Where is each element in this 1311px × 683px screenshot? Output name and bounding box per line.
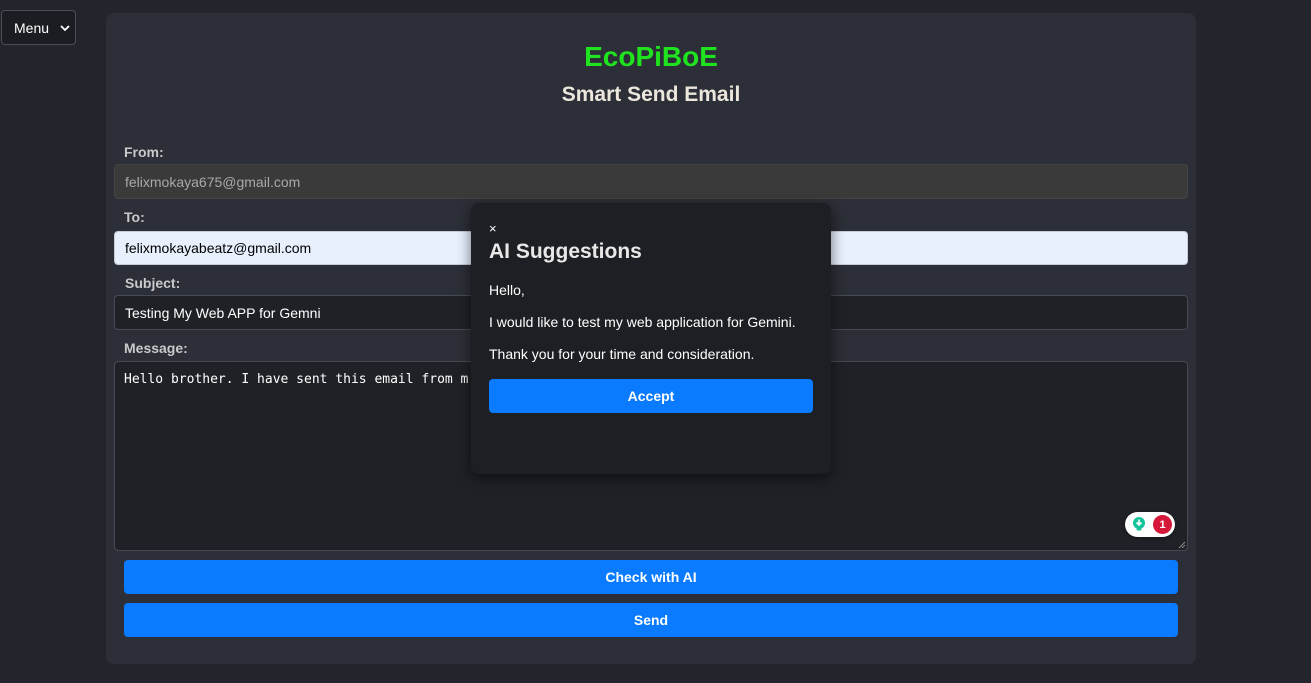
from-field[interactable]: felixmokaya675@gmail.com <box>114 164 1188 199</box>
subject-value: Testing My Web APP for Gemni <box>125 304 321 321</box>
to-label: To: <box>124 209 145 225</box>
check-with-ai-button[interactable]: Check with AI <box>124 560 1178 594</box>
from-value: felixmokaya675@gmail.com <box>125 173 301 190</box>
subject-label: Subject: <box>125 275 181 291</box>
menu-select[interactable]: Menu <box>1 10 76 45</box>
menu-select-label: Menu <box>14 19 50 36</box>
from-label: From: <box>124 144 164 160</box>
grammar-issue-count: 1 <box>1153 515 1172 534</box>
close-icon[interactable]: × <box>489 222 497 235</box>
modal-title: AI Suggestions <box>489 240 642 263</box>
lightbulb-icon <box>1133 517 1145 531</box>
grammar-checker-badge[interactable]: 1 <box>1125 512 1175 537</box>
send-button[interactable]: Send <box>124 603 1178 637</box>
suggestion-line: Hello, <box>489 282 525 298</box>
ai-suggestions-modal: × AI Suggestions Hello, I would like to … <box>471 203 831 474</box>
suggestion-line: Thank you for your time and consideratio… <box>489 346 755 362</box>
suggestion-line: I would like to test my web application … <box>489 314 796 330</box>
page-title: Smart Send Email <box>561 83 741 106</box>
message-value: Hello brother. I have sent this email fr… <box>124 372 469 387</box>
to-value: felixmokayabeatz@gmail.com <box>125 240 312 256</box>
resize-handle-icon[interactable] <box>1178 541 1186 549</box>
brand-title: EcoPiBoE <box>584 41 718 72</box>
accept-button[interactable]: Accept <box>489 379 813 413</box>
message-label: Message: <box>124 340 188 356</box>
chevron-down-icon <box>60 25 70 32</box>
